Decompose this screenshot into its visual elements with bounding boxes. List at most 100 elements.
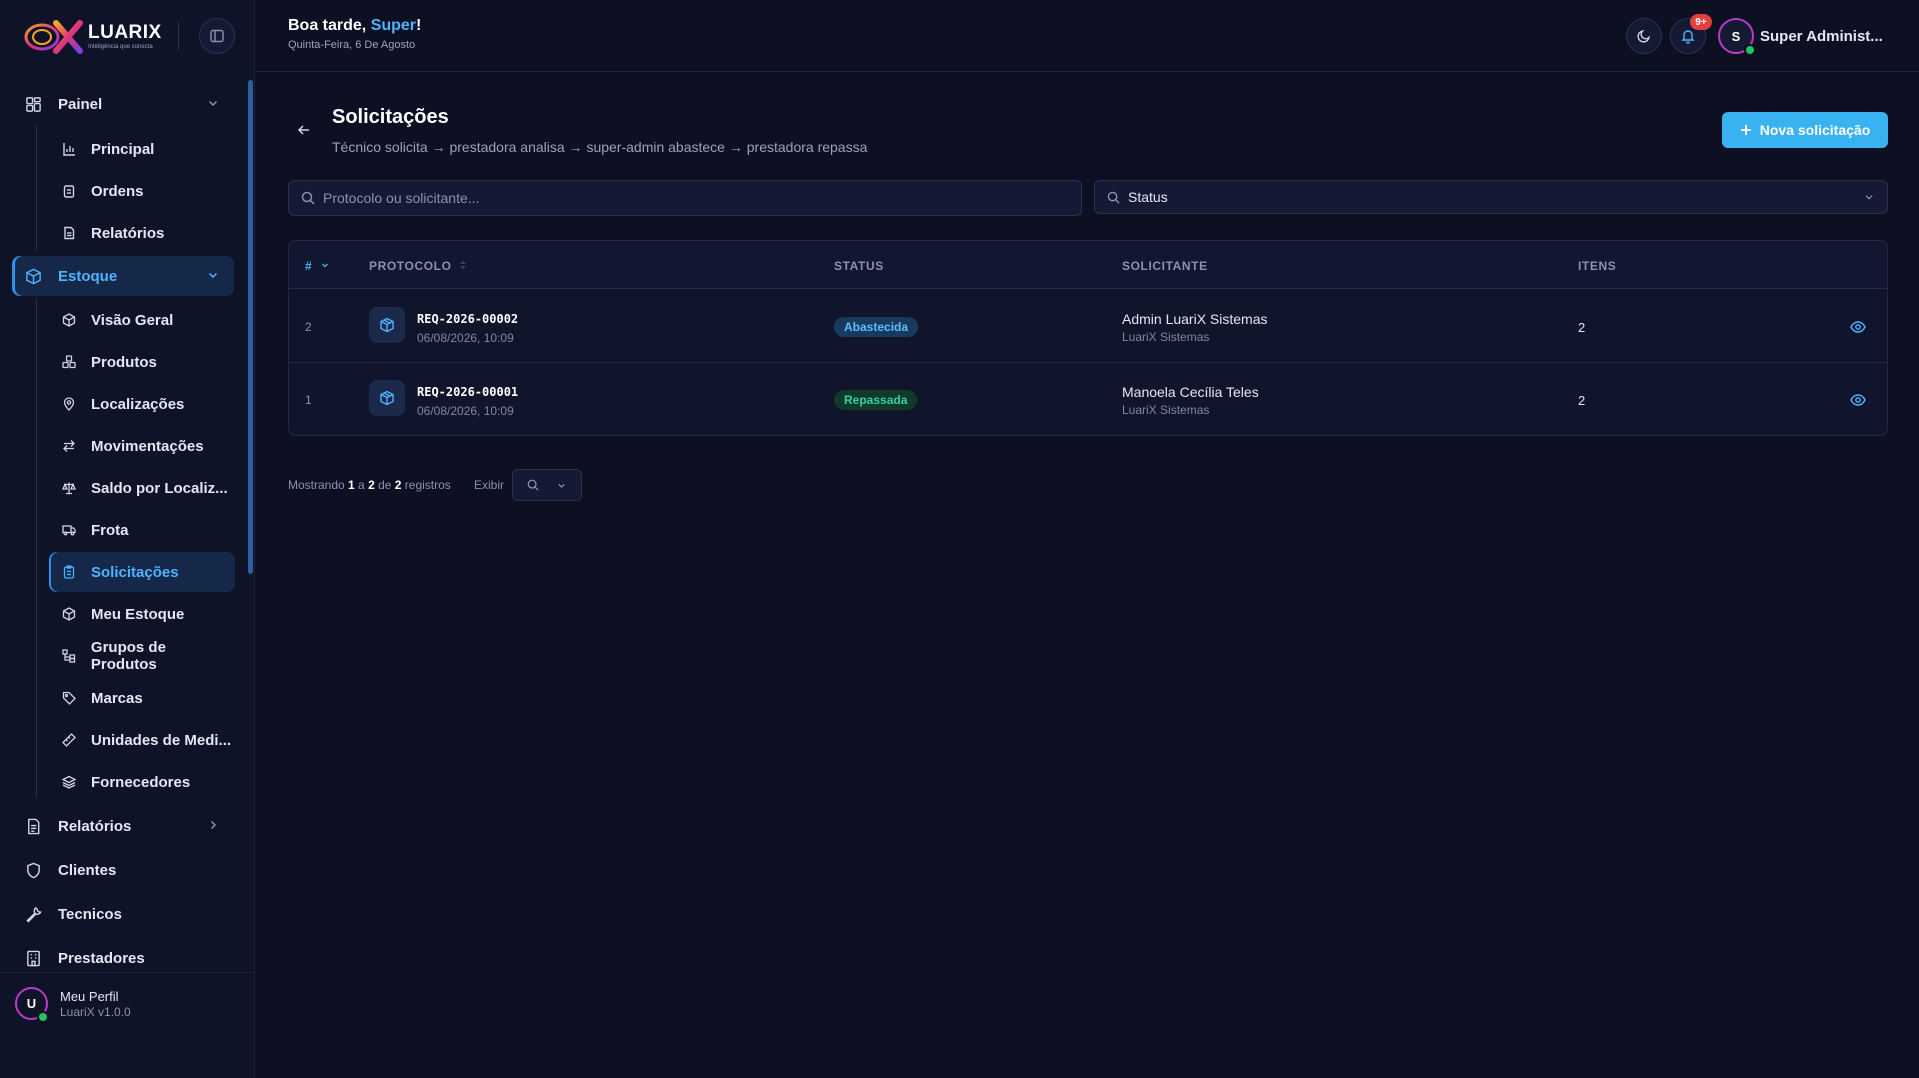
- sidebar-item-label: Visão Geral: [91, 311, 174, 329]
- column-header-itens: ITENS: [1578, 259, 1617, 273]
- sort-icon: [460, 261, 467, 269]
- sidebar-item-painel[interactable]: Painel: [12, 84, 234, 124]
- brand-tagline: Inteligência que conecta: [88, 44, 153, 50]
- sidebar-item-label: Prestadores: [58, 949, 145, 967]
- status-filter-label: Status: [1128, 189, 1168, 205]
- search-icon: [527, 479, 539, 491]
- document-icon: [61, 225, 77, 241]
- column-header-solicitante: SOLICITANTE: [1122, 259, 1208, 273]
- column-header-id[interactable]: #: [305, 259, 330, 273]
- sidebar-item-principal[interactable]: Principal: [49, 129, 235, 169]
- user-menu[interactable]: Super Administ...: [1760, 28, 1883, 45]
- status-filter-select[interactable]: Status: [1094, 180, 1888, 214]
- package-icon: [369, 307, 405, 343]
- column-label: #: [305, 259, 313, 273]
- table-row[interactable]: 1 REQ-2026-00001 06/08/2026, 10:09 Repas…: [289, 363, 1887, 435]
- current-date: Quinta-Feira, 6 De Agosto: [288, 39, 416, 51]
- search-input[interactable]: [323, 190, 1023, 206]
- sidebar-item-prestadores[interactable]: Prestadores: [12, 938, 234, 970]
- avatar-initial: S: [1731, 28, 1741, 44]
- sidebar-item-label: Produtos: [91, 353, 157, 371]
- sidebar-item-saldo-localizacao[interactable]: Saldo por Localiz...: [49, 468, 235, 508]
- sidebar-item-produtos[interactable]: Produtos: [49, 342, 235, 382]
- plus-icon: [1740, 125, 1751, 135]
- sidebar-item-meu-estoque[interactable]: Meu Estoque: [49, 594, 235, 634]
- column-header-protocolo[interactable]: PROTOCOLO: [369, 259, 467, 273]
- status-badge: Repassada: [834, 390, 918, 410]
- row-number: 1: [305, 393, 312, 407]
- requester-name: Manoela Cecília Teles: [1122, 384, 1259, 400]
- sidebar-item-tecnicos[interactable]: Tecnicos: [12, 894, 234, 934]
- page-size-label: Exibir: [474, 478, 505, 492]
- scale-icon: [61, 480, 77, 496]
- table-header: # PROTOCOLO STATUS SOLICITANTE ITENS: [289, 241, 1887, 289]
- sidebar-item-label: Ordens: [91, 182, 144, 200]
- requests-table: # PROTOCOLO STATUS SOLICITANTE ITENS 2 R…: [288, 240, 1888, 436]
- sidebar: LUARIX Inteligência que conecta Painel P…: [0, 0, 255, 1078]
- view-button[interactable]: [1847, 316, 1869, 338]
- sidebar-profile[interactable]: U Meu Perfil LuariX v1.0.0: [0, 972, 255, 1078]
- sidebar-item-relatorios-painel[interactable]: Relatórios: [49, 213, 235, 253]
- brand-name: LUARIX: [88, 22, 162, 43]
- sidebar-item-label: Marcas: [91, 689, 143, 707]
- sidebar-item-label: Painel: [58, 95, 103, 113]
- online-status-dot: [1744, 44, 1756, 56]
- luarix-logo-icon: [24, 20, 83, 54]
- sidebar-scrollbar[interactable]: [248, 80, 253, 574]
- wrench-icon: [24, 905, 42, 923]
- page-title: Solicitações: [332, 106, 449, 128]
- pagination-sep: a: [354, 478, 369, 492]
- hierarchy-icon: [61, 648, 77, 664]
- layers-icon: [61, 774, 77, 790]
- new-request-button[interactable]: Nova solicitação: [1722, 112, 1888, 148]
- sidebar-item-marcas[interactable]: Marcas: [49, 678, 235, 718]
- brand-logo[interactable]: LUARIX Inteligência que conecta: [22, 18, 162, 56]
- theme-toggle-button[interactable]: [1626, 18, 1662, 54]
- sidebar-item-label: Tecnicos: [58, 905, 122, 923]
- view-button[interactable]: [1847, 389, 1869, 411]
- protocol-date: 06/08/2026, 10:09: [417, 331, 514, 345]
- cube-icon: [61, 606, 77, 622]
- arrow-left-icon: [297, 125, 309, 135]
- page-subtitle: Técnico solicita → prestadora analisa → …: [332, 139, 868, 155]
- sidebar-item-ordens[interactable]: Ordens: [49, 171, 235, 211]
- tag-icon: [61, 690, 77, 706]
- sidebar-item-label: Fornecedores: [91, 773, 191, 791]
- sidebar-item-unidades-medida[interactable]: Unidades de Medi...: [49, 720, 235, 760]
- sidebar-item-label: Frota: [91, 521, 129, 539]
- sidebar-item-localizacoes[interactable]: Localizações: [49, 384, 235, 424]
- sidebar-item-label: Meu Estoque: [91, 605, 185, 623]
- sidebar-item-clientes[interactable]: Clientes: [12, 850, 234, 890]
- sidebar-item-label: Movimentações: [91, 437, 204, 455]
- sidebar-toggle-button[interactable]: [199, 18, 235, 54]
- clipboard-icon: [61, 183, 77, 199]
- sidebar-item-label: Grupos de Produtos: [90, 639, 166, 673]
- sidebar-item-label: Localizações: [91, 395, 185, 413]
- search-icon: [1107, 191, 1120, 204]
- page-size-select[interactable]: [512, 469, 582, 501]
- sidebar-item-movimentacoes[interactable]: Movimentações: [49, 426, 235, 466]
- eye-icon: [1850, 321, 1866, 333]
- sidebar-item-label: Solicitações: [91, 563, 179, 581]
- greeting-prefix: Boa tarde,: [288, 17, 371, 34]
- sidebar-item-label: Unidades de Medi...: [91, 731, 232, 749]
- back-button[interactable]: [292, 118, 316, 142]
- greeting: Boa tarde, Super!: [288, 17, 421, 35]
- sidebar-item-label: Estoque: [58, 267, 118, 285]
- protocol-code: REQ-2026-00001: [417, 385, 519, 399]
- chevron-down-icon: [1865, 195, 1873, 200]
- submenu-guide-line: [36, 126, 37, 250]
- sidebar-item-fornecedores[interactable]: Fornecedores: [49, 762, 235, 802]
- search-field[interactable]: [288, 180, 1082, 216]
- sidebar-item-estoque[interactable]: Estoque: [12, 256, 234, 296]
- submenu-guide-line: [36, 298, 37, 798]
- sidebar-item-visao-geral[interactable]: Visão Geral: [49, 300, 235, 340]
- profile-link[interactable]: Meu Perfil: [60, 989, 119, 1004]
- sidebar-item-grupos-produtos[interactable]: Grupos de Produtos: [49, 636, 235, 676]
- table-row[interactable]: 2 REQ-2026-00002 06/08/2026, 10:09 Abast…: [289, 290, 1887, 363]
- sidebar-item-solicitacoes[interactable]: Solicitações: [49, 552, 235, 592]
- sidebar-item-relatorios[interactable]: Relatórios: [12, 806, 234, 846]
- bell-icon: [1681, 30, 1695, 44]
- sidebar-item-frota[interactable]: Frota: [49, 510, 235, 550]
- cube-icon: [61, 312, 77, 328]
